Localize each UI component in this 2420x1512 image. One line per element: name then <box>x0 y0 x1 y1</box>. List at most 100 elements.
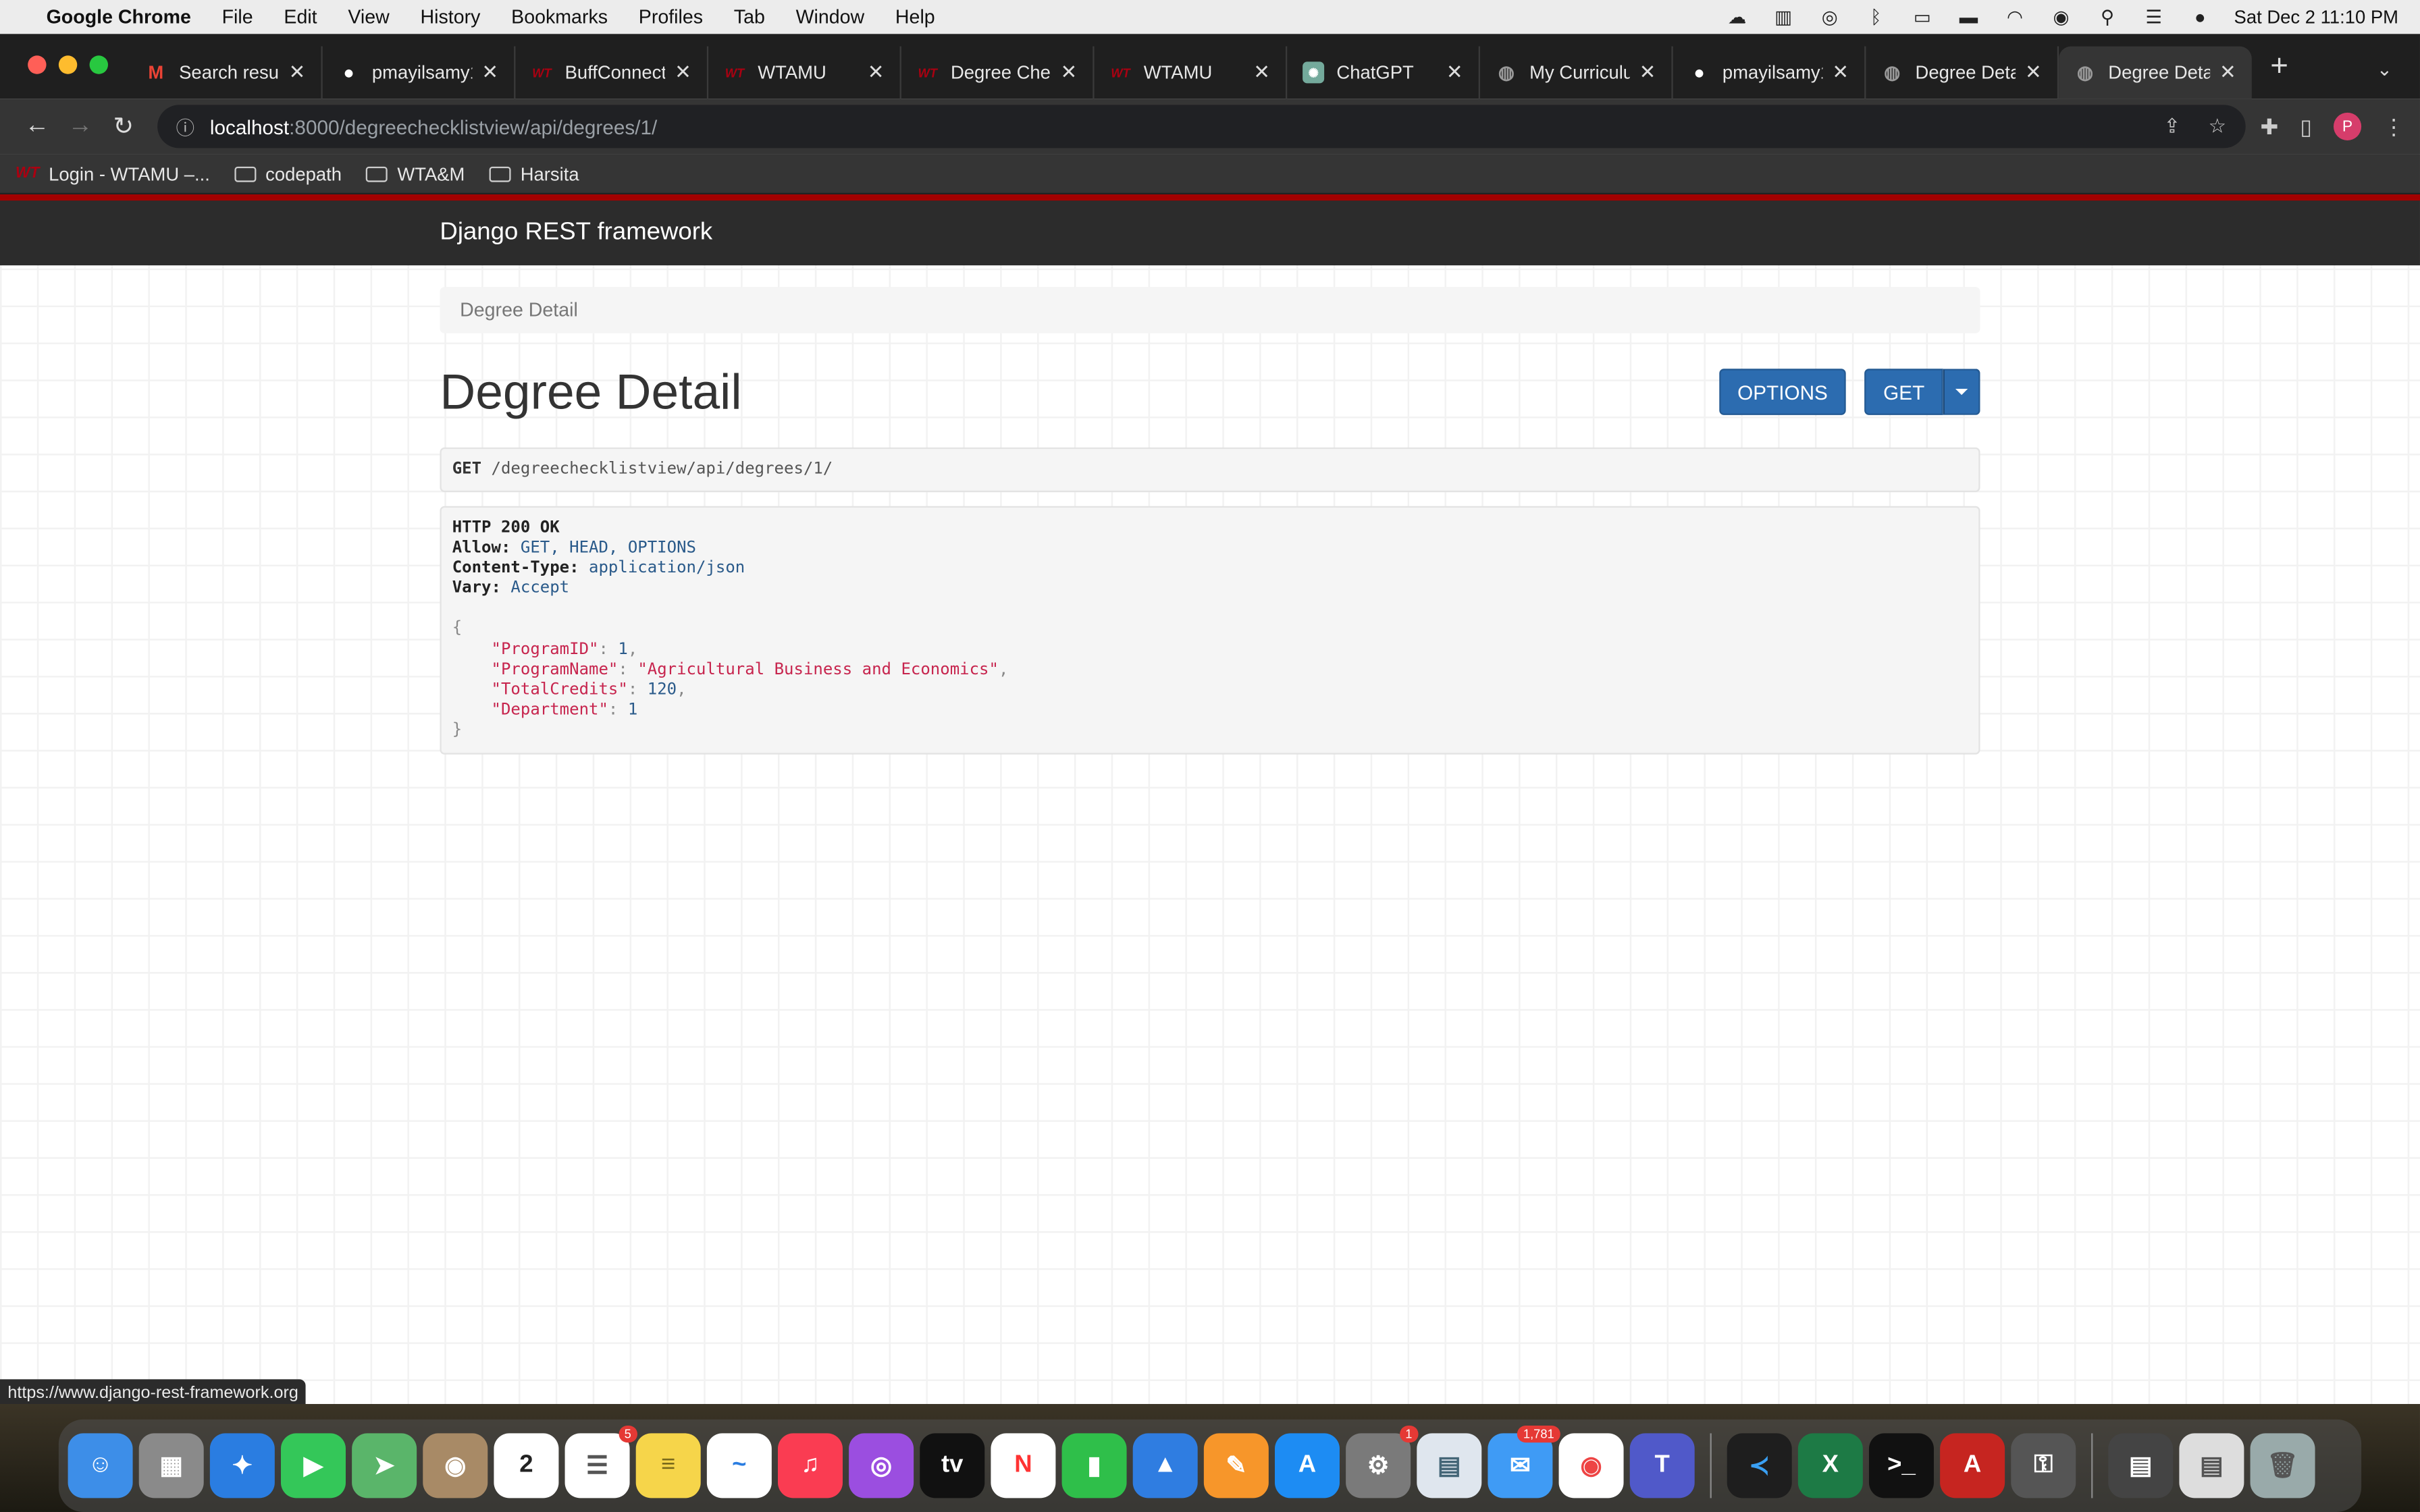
address-bar[interactable]: ⓘ localhost:8000/degreechecklistview/api… <box>157 105 2245 148</box>
menu-edit[interactable]: Edit <box>284 6 317 28</box>
browser-tab[interactable]: WT WTAMU ✕ <box>708 46 901 99</box>
print-center-icon[interactable]: ▤ <box>1417 1433 1482 1498</box>
tab-close-icon[interactable]: ✕ <box>868 60 885 85</box>
new-tab-button[interactable]: + <box>2270 49 2288 84</box>
menu-view[interactable]: View <box>348 6 389 28</box>
back-arrow-icon[interactable]: ← <box>16 113 59 140</box>
contacts-icon[interactable]: ◉ <box>423 1433 488 1498</box>
printer-icon[interactable]: ▤ <box>2108 1433 2174 1498</box>
get-button[interactable]: GET <box>1864 369 1943 415</box>
browser-tab[interactable]: WT WTAMU ✕ <box>1095 46 1288 99</box>
bookmark-folder-wtam[interactable]: WTA&M <box>366 163 465 184</box>
bluetooth-icon[interactable]: ᛒ <box>1864 6 1889 28</box>
tab-close-icon[interactable]: ✕ <box>675 60 691 85</box>
numbers-icon[interactable]: ▮ <box>1061 1433 1127 1498</box>
system-settings-icon[interactable]: ⚙ 1 <box>1346 1425 1419 1498</box>
reminders-icon[interactable]: ☰ 5 <box>564 1425 637 1498</box>
documents-stack-icon[interactable]: ▤ <box>2179 1433 2244 1498</box>
keychain-icon[interactable]: ⚿ <box>2011 1433 2076 1498</box>
chrome-icon[interactable]: ◉ <box>1558 1433 1624 1498</box>
chrome-menu-icon[interactable]: ⋮ <box>2383 113 2404 140</box>
drf-navbar: Django REST framework <box>0 194 2420 266</box>
browser-tab[interactable]: WT Degree Chec ✕ <box>901 46 1095 99</box>
notes-icon[interactable]: ≡ <box>635 1433 701 1498</box>
podcasts-icon[interactable]: ◎ <box>849 1433 914 1498</box>
profile-avatar[interactable]: P <box>2333 112 2362 140</box>
zoom-window-button[interactable] <box>89 55 108 74</box>
extensions-puzzle-icon[interactable]: ✚ <box>2261 113 2279 140</box>
menu-profiles[interactable]: Profiles <box>639 6 703 28</box>
safari-icon[interactable]: ✦ <box>209 1433 275 1498</box>
user-icon[interactable]: ◉ <box>2049 6 2074 28</box>
battery-icon[interactable]: ▬ <box>1956 6 1981 28</box>
acrobat-icon[interactable]: A <box>1940 1433 2005 1498</box>
browser-tab[interactable]: ✺ ChatGPT ✕ <box>1287 46 1480 99</box>
menu-history[interactable]: History <box>420 6 480 28</box>
terminal-icon[interactable]: >_ <box>1868 1433 1934 1498</box>
tab-close-icon[interactable]: ✕ <box>1639 60 1656 85</box>
finder-icon[interactable]: ☺ <box>68 1433 133 1498</box>
keynote-icon[interactable]: ▲ <box>1132 1433 1198 1498</box>
tab-close-icon[interactable]: ✕ <box>1253 60 1270 85</box>
tab-search-icon[interactable]: ⌄ <box>2377 59 2392 80</box>
tab-close-icon[interactable]: ✕ <box>1446 60 1463 85</box>
options-button[interactable]: OPTIONS <box>1718 369 1847 415</box>
menu-file[interactable]: File <box>222 6 253 28</box>
browser-tab[interactable]: ◍ Degree Deta ✕ <box>2059 46 2252 99</box>
bookmark-folder-codepath[interactable]: codepath <box>234 163 342 184</box>
menubar-clock[interactable]: Sat Dec 2 11:10 PM <box>2234 6 2398 28</box>
bookmark-login-wtamu[interactable]: WT Login - WTAMU –... <box>16 163 210 184</box>
browser-tab[interactable]: ● pmayilsamy1/ ✕ <box>323 46 516 99</box>
bookmark-folder-harsita[interactable]: Harsita <box>489 163 579 184</box>
creative-cloud-icon[interactable]: ☁ <box>1725 6 1750 28</box>
tab-close-icon[interactable]: ✕ <box>481 60 498 85</box>
browser-tab[interactable]: ◍ My Curriculu ✕ <box>1480 46 1673 99</box>
calendar-icon[interactable]: 2 <box>494 1433 559 1498</box>
airdrop-icon[interactable]: ◎ <box>1817 6 1842 28</box>
tab-close-icon[interactable]: ✕ <box>1060 60 1077 85</box>
trash-icon[interactable]: 🗑 <box>2250 1433 2315 1498</box>
browser-tab[interactable]: WT BuffConnect ✕ <box>515 46 709 99</box>
share-icon[interactable]: ⇪ <box>2164 114 2181 139</box>
browser-tab[interactable]: M Search result ✕ <box>130 46 323 99</box>
siri-icon[interactable]: ● <box>2188 6 2213 28</box>
music-icon[interactable]: ♫ <box>777 1433 843 1498</box>
side-panel-icon[interactable]: ▯ <box>2300 113 2312 140</box>
menu-bookmarks[interactable]: Bookmarks <box>511 6 608 28</box>
menu-tab[interactable]: Tab <box>734 6 765 28</box>
freeform-icon[interactable]: ~ <box>706 1433 772 1498</box>
tab-close-icon[interactable]: ✕ <box>289 60 306 85</box>
forward-arrow-icon[interactable]: → <box>59 113 102 140</box>
menu-help[interactable]: Help <box>895 6 935 28</box>
launchpad-icon[interactable]: ▦ <box>138 1433 204 1498</box>
news-icon[interactable]: N <box>991 1433 1056 1498</box>
spotlight-search-icon[interactable]: ⚲ <box>2095 6 2120 28</box>
tab-close-icon[interactable]: ✕ <box>2025 60 2042 85</box>
get-format-dropdown[interactable] <box>1943 369 1980 415</box>
vscode-icon[interactable]: ≺ <box>1727 1433 1792 1498</box>
menu-window[interactable]: Window <box>796 6 865 28</box>
close-window-button[interactable] <box>28 55 47 74</box>
app-store-icon[interactable]: A <box>1274 1433 1340 1498</box>
control-center-icon[interactable]: ☰ <box>2141 6 2166 28</box>
teams-icon[interactable]: T <box>1629 1433 1695 1498</box>
pages-icon[interactable]: ✎ <box>1203 1433 1269 1498</box>
tab-close-icon[interactable]: ✕ <box>1832 60 1849 85</box>
app-menu[interactable]: Google Chrome <box>47 6 191 28</box>
site-info-icon[interactable]: ⓘ <box>176 113 194 140</box>
tv-icon[interactable]: tv <box>920 1433 985 1498</box>
tab-close-icon[interactable]: ✕ <box>2219 60 2236 85</box>
display-icon[interactable]: ▭ <box>1910 6 1935 28</box>
facetime-icon[interactable]: ▶ <box>280 1433 346 1498</box>
memory-icon[interactable]: ▥ <box>1771 6 1796 28</box>
maps-icon[interactable]: ➤ <box>352 1433 417 1498</box>
bookmark-star-icon[interactable]: ☆ <box>2209 114 2227 139</box>
wifi-icon[interactable]: ◠ <box>2003 6 2028 28</box>
minimize-window-button[interactable] <box>58 55 78 74</box>
browser-tab[interactable]: ● pmayilsamy1 ✕ <box>1673 46 1866 99</box>
mail-icon[interactable]: ✉ 1,781 <box>1488 1425 1560 1498</box>
excel-icon[interactable]: X <box>1797 1433 1863 1498</box>
drf-brand-link[interactable]: Django REST framework <box>440 219 712 247</box>
reload-icon[interactable]: ↻ <box>102 111 145 142</box>
browser-tab[interactable]: ◍ Degree Deta ✕ <box>1866 46 2059 99</box>
